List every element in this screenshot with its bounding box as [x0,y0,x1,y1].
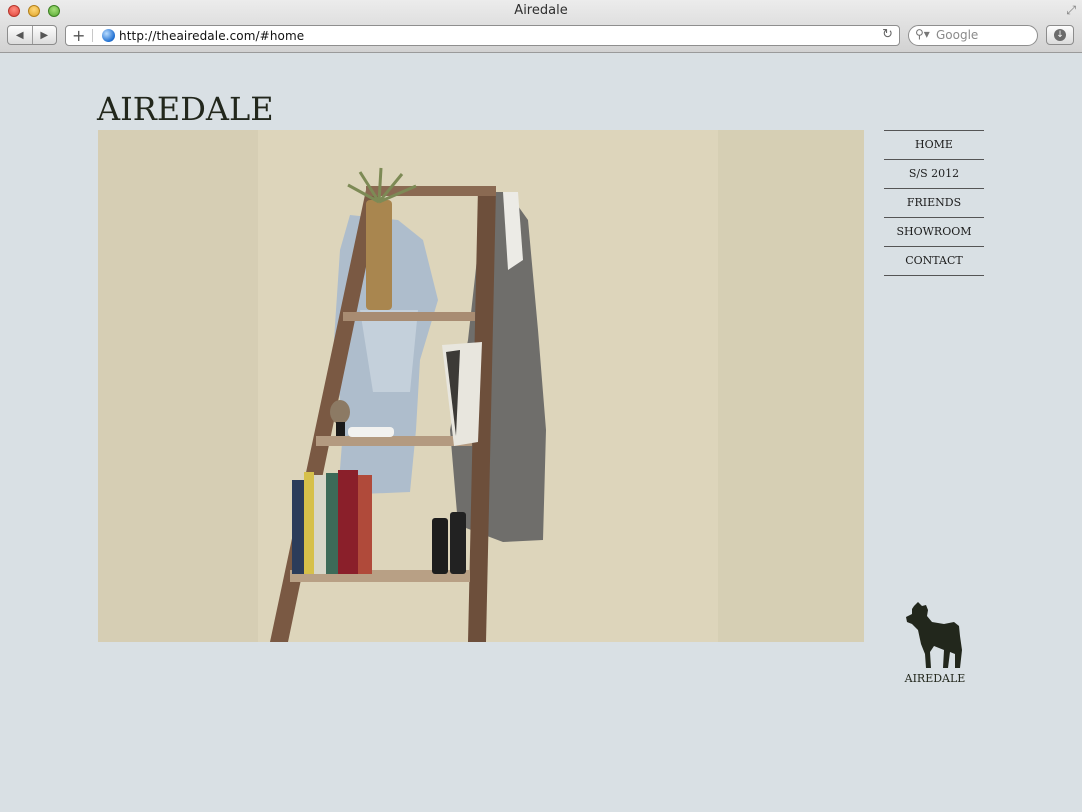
search-placeholder: Google [936,28,979,42]
main-nav: HOME S/S 2012 FRIENDS SHOWROOM CONTACT [884,130,984,276]
window-title: Airedale [514,3,568,18]
footer-logo[interactable]: AIREDALE [895,600,975,685]
nav-showroom[interactable]: SHOWROOM [884,218,984,247]
history-nav: ◀ ▶ [7,25,57,45]
download-icon: ↓ [1054,29,1066,41]
add-bookmark-icon[interactable]: + [72,25,85,46]
back-button[interactable]: ◀ [8,26,32,44]
address-divider [92,29,93,42]
search-icon[interactable]: ⚲▾ [915,27,930,41]
nav-home[interactable]: HOME [884,131,984,160]
downloads-button[interactable]: ↓ [1046,25,1074,45]
address-bar[interactable]: + http://theairedale.com/#home ↻ [65,25,900,46]
globe-icon [102,29,115,42]
browser-toolbar: Airedale ⤢ ◀ ▶ + http://theairedale.com/… [0,0,1082,53]
hero-image [98,130,864,642]
nav-contact[interactable]: CONTACT [884,247,984,276]
airedale-dog-icon [906,602,962,668]
forward-button[interactable]: ▶ [31,26,57,44]
nav-friends[interactable]: FRIENDS [884,189,984,218]
ladder-still-life-illustration [98,130,864,642]
search-field[interactable]: ⚲▾ Google [908,25,1038,46]
fullscreen-icon[interactable]: ⤢ [1066,3,1076,18]
site-logo[interactable]: AIREDALE [97,90,274,128]
reload-icon[interactable]: ↻ [882,27,893,42]
nav-ss-2012[interactable]: S/S 2012 [884,160,984,189]
url-text[interactable]: http://theairedale.com/#home [119,29,304,43]
footer-logo-text: AIREDALE [904,672,966,685]
